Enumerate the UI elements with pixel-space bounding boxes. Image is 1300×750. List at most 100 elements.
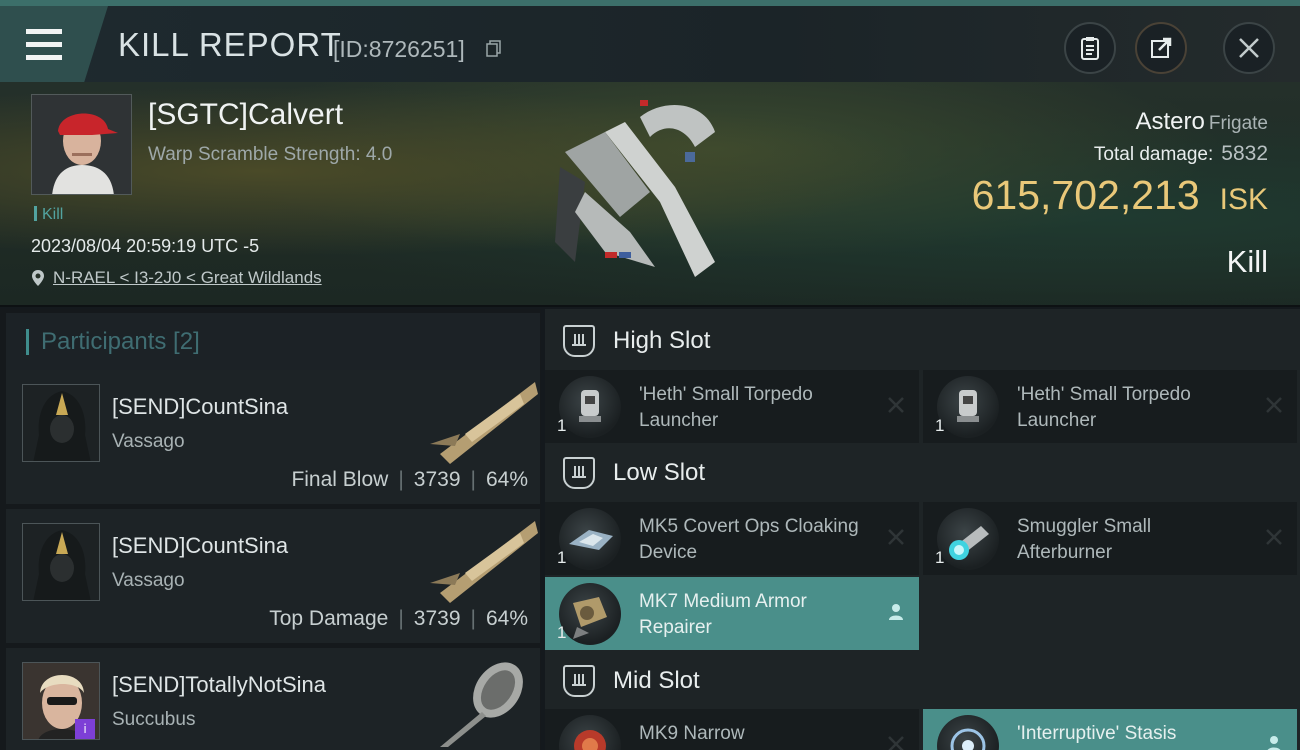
- location-pin-icon: [32, 270, 44, 286]
- kill-datetime: 2023/08/04 20:59:19 UTC -5: [31, 236, 260, 256]
- mid-slot-icon: [563, 665, 595, 697]
- low-slot-header: Low Slot: [545, 443, 1300, 503]
- participant-percent: 64%: [485, 468, 528, 491]
- module-quantity: 1: [557, 548, 567, 567]
- ship-name-text: Astero: [1135, 108, 1205, 135]
- total-damage-label: Total damage:: [1093, 144, 1214, 165]
- module-quantity: 1: [557, 623, 567, 642]
- module-quantity: 1: [557, 416, 567, 435]
- mid-slot-title: Mid Slot: [613, 667, 700, 694]
- participant-name[interactable]: [SEND]CountSina: [112, 394, 288, 420]
- isk-unit: ISK: [1219, 183, 1268, 216]
- torpedo-launcher-icon: [559, 376, 621, 438]
- isk-amount: 615,702,213: [971, 172, 1200, 218]
- module-name: 'Heth' Small Torpedo Launcher: [1017, 384, 1191, 431]
- participant-damage: 3739: [413, 468, 461, 491]
- share-icon: [1151, 37, 1172, 58]
- participants-panel: Participants [2] [SEND]CountSina Vassago…: [0, 309, 541, 750]
- location-link[interactable]: N-RAEL < I3-2J0 < Great Wildlands: [53, 268, 322, 288]
- share-button[interactable]: [1135, 22, 1187, 74]
- destroyed-x-icon: [888, 397, 904, 413]
- victim-ship-name: Astero Frigate: [1135, 108, 1268, 136]
- victim-avatar[interactable]: [31, 94, 132, 195]
- clipboard-icon: [1081, 37, 1099, 60]
- participants-title: Participants [2]: [41, 327, 200, 355]
- participant-ship: Vassago: [112, 570, 185, 591]
- participant-card[interactable]: [SEND]CountSina Vassago Final Blow | 373…: [6, 370, 540, 504]
- module-item[interactable]: MK9 Narrow: [545, 709, 919, 750]
- destroyed-x-icon: [1266, 529, 1282, 545]
- mid-slot-header: Mid Slot: [545, 651, 1300, 711]
- copy-icon[interactable]: [486, 40, 502, 58]
- participant-avatar[interactable]: [22, 384, 100, 462]
- victim-name[interactable]: [SGTC]Calvert: [148, 98, 343, 132]
- participant-role: Final Blow: [291, 468, 389, 491]
- torpedo-launcher-icon: [937, 376, 999, 438]
- module-name: 'Heth' Small Torpedo Launcher: [639, 384, 813, 431]
- module-item[interactable]: 1 MK7 Medium Armor Repairer: [545, 577, 919, 650]
- kill-tag: Kill: [34, 206, 63, 224]
- ship-class-text: Frigate: [1208, 113, 1268, 134]
- participant-name[interactable]: [SEND]CountSina: [112, 533, 288, 559]
- dropped-person-icon: [889, 604, 903, 620]
- hamburger-icon: [26, 25, 62, 64]
- module-quantity: 1: [935, 548, 945, 567]
- participants-header: Participants [2]: [6, 313, 540, 370]
- report-id: [ID:8726251]: [333, 36, 465, 62]
- kill-location[interactable]: N-RAEL < I3-2J0 < Great Wildlands: [31, 268, 322, 288]
- warp-scrambler-icon: [559, 715, 621, 750]
- module-name: MK9 Narrow: [639, 723, 745, 744]
- close-icon: [1239, 38, 1259, 58]
- afterburner-icon: [937, 508, 999, 570]
- low-slot-title: Low Slot: [613, 459, 706, 486]
- high-slot-title: High Slot: [613, 327, 711, 354]
- high-slot-header: High Slot: [545, 311, 1300, 371]
- module-name: MK5 Covert Ops Cloaking Device: [639, 516, 859, 563]
- participant-damage: 3739: [413, 607, 461, 630]
- module-name: MK7 Medium Armor Repairer: [639, 591, 807, 638]
- cloaking-device-icon: [559, 508, 621, 570]
- participant-ship: Vassago: [112, 431, 185, 452]
- stasis-webifier-icon: [937, 715, 999, 750]
- corporation-badge-icon: i: [75, 719, 95, 739]
- close-button[interactable]: [1223, 22, 1275, 74]
- participant-stats: Top Damage | 3739 | 64%: [269, 607, 528, 630]
- dropped-person-icon: [1267, 736, 1281, 750]
- participant-ship-image: [430, 382, 538, 464]
- module-item[interactable]: 1 Smuggler Small Afterburner: [923, 502, 1297, 575]
- total-damage: Total damage: 5832: [1094, 142, 1268, 166]
- module-item[interactable]: 1 MK5 Covert Ops Cloaking Device: [545, 502, 919, 575]
- destroyed-x-icon: [888, 736, 904, 750]
- participant-name[interactable]: [SEND]TotallyNotSina: [112, 672, 326, 698]
- participant-ship: Succubus: [112, 709, 196, 730]
- module-item[interactable]: 1 'Heth' Small Torpedo Launcher: [545, 370, 919, 443]
- menu-button[interactable]: [0, 6, 108, 82]
- total-damage-value: 5832: [1221, 142, 1268, 165]
- victim-ship-image: [555, 100, 715, 277]
- warp-scramble-strength: Warp Scramble Strength: 4.0: [148, 144, 393, 165]
- clipboard-button[interactable]: [1064, 22, 1116, 74]
- low-slot-icon: [563, 457, 595, 489]
- module-name: 'Interruptive' Stasis: [1017, 723, 1177, 744]
- participant-avatar[interactable]: i: [22, 662, 100, 740]
- participant-avatar[interactable]: [22, 523, 100, 601]
- participant-card[interactable]: [SEND]CountSina Vassago Top Damage | 373…: [6, 509, 540, 643]
- result-label: Kill: [1226, 244, 1268, 279]
- participant-ship-image: [430, 521, 538, 603]
- module-item[interactable]: 1 'Heth' Small Torpedo Launcher: [923, 370, 1297, 443]
- module-name: Smuggler Small Afterburner: [1017, 516, 1152, 563]
- fittings-panel: High Slot 1 'Heth' Small Torpedo Launche…: [545, 309, 1300, 750]
- isk-value: 615,702,213 ISK: [972, 172, 1268, 219]
- victim-summary: [SGTC]Calvert Warp Scramble Strength: 4.…: [0, 82, 1300, 307]
- top-bar: KILL REPORT [ID:8726251]: [0, 0, 1300, 82]
- participant-ship-image: [440, 662, 523, 747]
- participant-card[interactable]: i [SEND]TotallyNotSina Succubus: [6, 648, 540, 750]
- participant-role: Top Damage: [269, 607, 389, 630]
- destroyed-x-icon: [1266, 397, 1282, 413]
- high-slot-icon: [563, 325, 595, 357]
- page-title: KILL REPORT: [118, 26, 342, 63]
- participant-percent: 64%: [485, 607, 528, 630]
- module-item[interactable]: 'Interruptive' Stasis: [923, 709, 1297, 750]
- participant-stats: Final Blow | 3739 | 64%: [291, 468, 528, 491]
- destroyed-x-icon: [888, 529, 904, 545]
